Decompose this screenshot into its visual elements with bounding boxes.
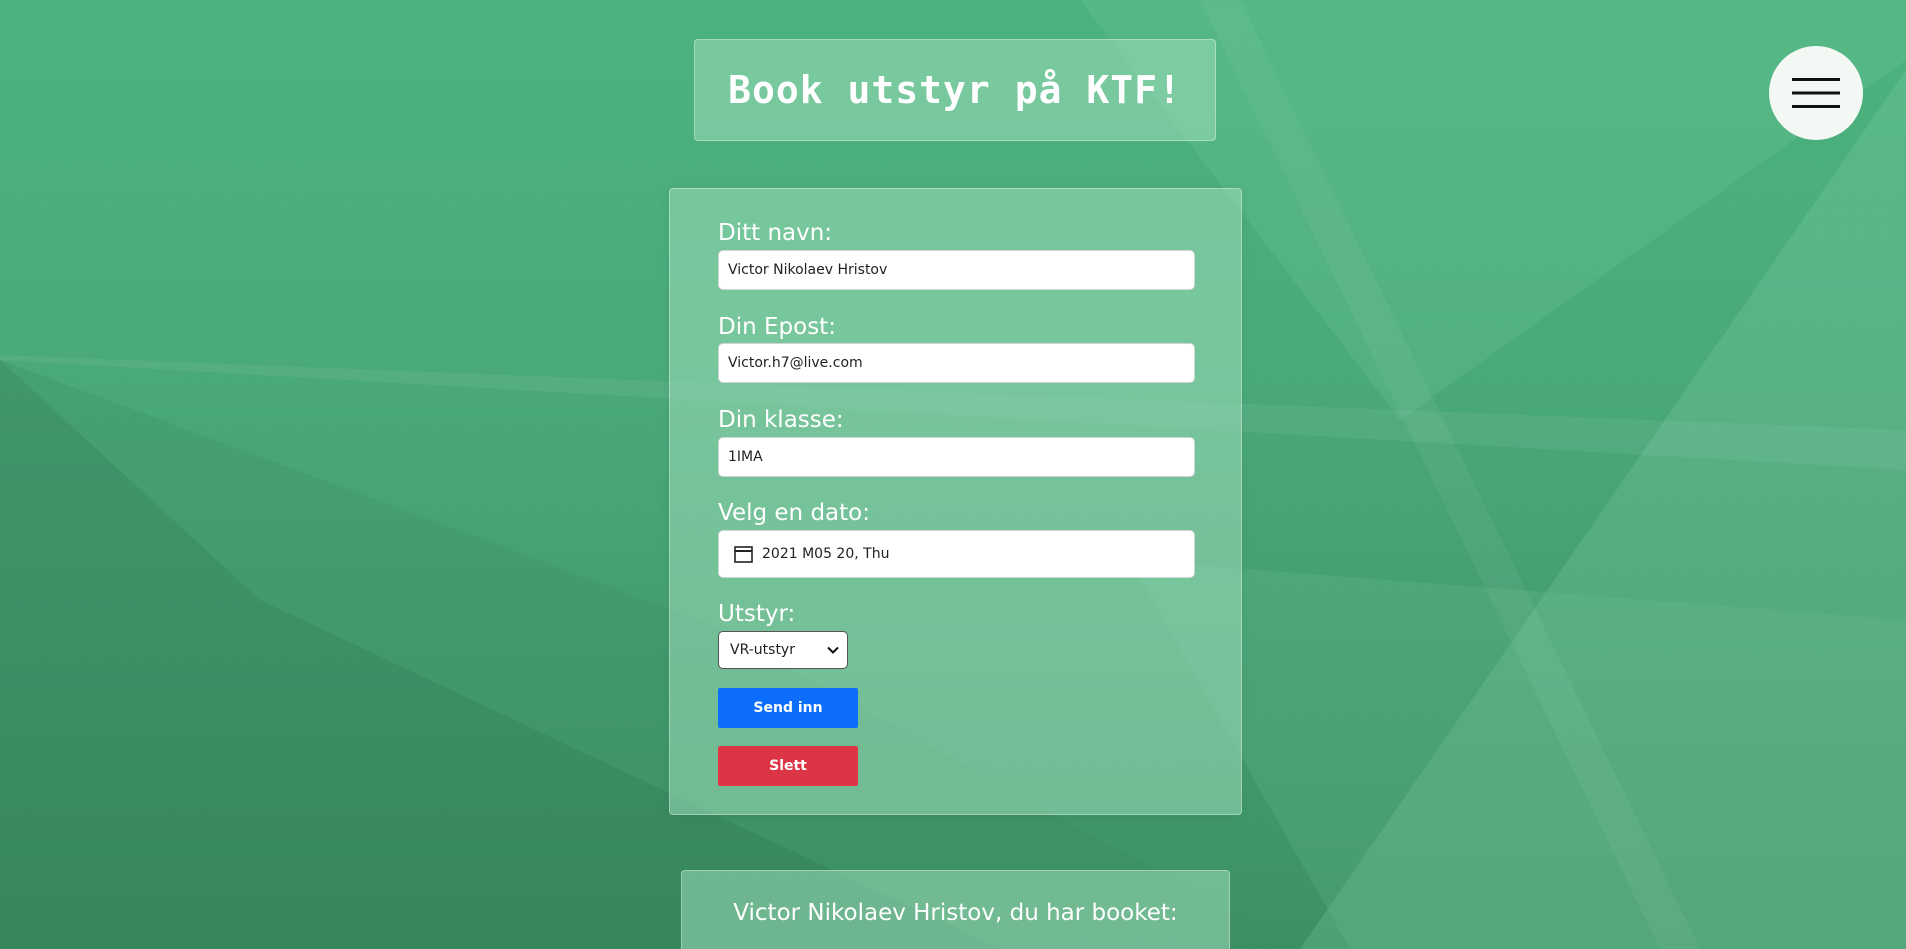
calendar-icon	[734, 545, 753, 563]
page-header: Book utstyr på KTF!	[694, 39, 1216, 141]
equipment-selected-value: VR-utstyr	[730, 642, 795, 658]
email-input[interactable]	[718, 343, 1195, 383]
menu-button[interactable]	[1769, 46, 1863, 140]
equipment-select[interactable]: VR-utstyr	[718, 631, 848, 669]
booking-result-heading: Victor Nikolaev Hristov, du har booket:	[733, 900, 1178, 926]
date-input[interactable]: 2021 M05 20, Thu	[718, 530, 1195, 578]
date-value: 2021 M05 20, Thu	[762, 546, 890, 562]
booking-form: Ditt navn: Din Epost: Din klasse: Velg e…	[669, 188, 1242, 815]
email-label: Din Epost:	[718, 314, 836, 340]
chevron-down-icon	[827, 646, 839, 654]
name-input[interactable]	[718, 250, 1195, 290]
equipment-label: Utstyr:	[718, 601, 796, 627]
date-label: Velg en dato:	[718, 500, 870, 526]
booking-result: Victor Nikolaev Hristov, du har booket:	[681, 870, 1230, 949]
delete-button[interactable]: Slett	[718, 746, 858, 786]
class-input[interactable]	[718, 437, 1195, 477]
name-label: Ditt navn:	[718, 220, 833, 246]
send-button[interactable]: Send inn	[718, 688, 858, 728]
hamburger-menu-icon	[1792, 78, 1840, 108]
page-title: Book utstyr på KTF!	[728, 68, 1182, 112]
class-label: Din klasse:	[718, 407, 844, 433]
